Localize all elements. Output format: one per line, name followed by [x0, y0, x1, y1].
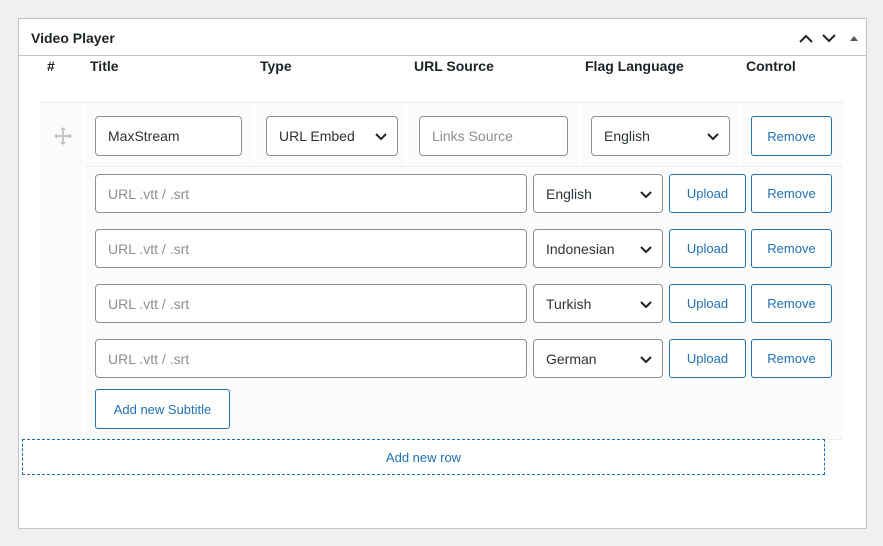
row-divider: [85, 166, 843, 167]
chevron-down-icon: [640, 246, 652, 254]
chevron-up-icon: [799, 34, 813, 43]
subtitle-language-select[interactable]: English: [533, 174, 663, 213]
subtitle-language-value: Indonesian: [546, 240, 615, 257]
drag-handle[interactable]: [53, 126, 73, 146]
url-source-input[interactable]: Links Source: [419, 116, 568, 156]
chevron-down-icon: [822, 33, 836, 42]
url-source-placeholder: Links Source: [432, 128, 513, 144]
add-row-button[interactable]: Add new row: [22, 439, 825, 475]
subtitle-url-placeholder: URL .vtt / .srt: [108, 295, 190, 312]
subtitle-url-input[interactable]: URL .vtt / .srt: [95, 339, 527, 378]
chevron-down-icon: [640, 301, 652, 309]
subtitle-upload-button[interactable]: Upload: [669, 339, 746, 378]
column-header-control: Control: [746, 58, 796, 74]
panel-title: Video Player: [31, 30, 115, 46]
subtitle-url-placeholder: URL .vtt / .srt: [108, 185, 190, 202]
move-up-button[interactable]: [795, 27, 817, 49]
subtitle-upload-button[interactable]: Upload: [669, 229, 746, 268]
type-select[interactable]: URL Embed: [266, 116, 398, 156]
row-handle-cell: [41, 103, 83, 439]
title-input[interactable]: MaxStream: [95, 116, 242, 156]
chevron-down-icon: [375, 133, 387, 141]
subtitle-url-placeholder: URL .vtt / .srt: [108, 240, 190, 257]
toggle-panel-button[interactable]: [843, 27, 865, 49]
header-divider: [41, 102, 843, 103]
subtitle-language-select[interactable]: German: [533, 339, 663, 378]
subtitle-upload-button[interactable]: Upload: [669, 284, 746, 323]
title-input-value: MaxStream: [108, 128, 180, 144]
chevron-down-icon: [707, 133, 719, 141]
subtitle-language-value: English: [546, 185, 592, 202]
move-down-button[interactable]: [818, 27, 840, 49]
subtitle-remove-button[interactable]: Remove: [751, 174, 832, 213]
type-select-value: URL Embed: [279, 128, 355, 144]
chevron-down-icon: [640, 356, 652, 364]
column-header-title: Title: [90, 58, 119, 74]
triangle-up-icon: [850, 35, 858, 41]
column-header-number: #: [47, 58, 55, 74]
chevron-down-icon: [640, 191, 652, 199]
remove-row-button[interactable]: Remove: [751, 116, 832, 156]
flag-language-select-value: English: [604, 128, 650, 144]
subtitle-language-value: German: [546, 350, 597, 367]
subtitle-remove-button[interactable]: Remove: [751, 229, 832, 268]
subtitle-url-placeholder: URL .vtt / .srt: [108, 350, 190, 367]
column-header-type: Type: [260, 58, 292, 74]
subtitle-upload-button[interactable]: Upload: [669, 174, 746, 213]
subtitle-url-input[interactable]: URL .vtt / .srt: [95, 284, 527, 323]
subtitle-remove-button[interactable]: Remove: [751, 339, 832, 378]
flag-language-select[interactable]: English: [591, 116, 730, 156]
subtitle-remove-button[interactable]: Remove: [751, 284, 832, 323]
column-header-url-source: URL Source: [414, 58, 494, 74]
add-subtitle-button[interactable]: Add new Subtitle: [95, 389, 230, 429]
subtitle-url-input[interactable]: URL .vtt / .srt: [95, 229, 527, 268]
subtitle-language-select[interactable]: Indonesian: [533, 229, 663, 268]
column-header-flag-language: Flag Language: [585, 58, 684, 74]
subtitle-language-select[interactable]: Turkish: [533, 284, 663, 323]
subtitle-language-value: Turkish: [546, 295, 592, 312]
move-icon: [54, 127, 72, 145]
subtitle-url-input[interactable]: URL .vtt / .srt: [95, 174, 527, 213]
panel-header: Video Player: [19, 19, 866, 56]
